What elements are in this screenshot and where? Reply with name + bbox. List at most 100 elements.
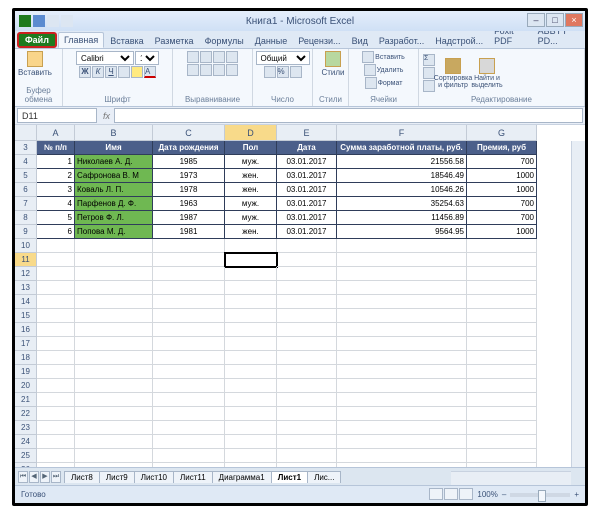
- border-button[interactable]: [118, 66, 130, 78]
- cell-D22[interactable]: [225, 407, 277, 421]
- cell-E25[interactable]: [277, 449, 337, 463]
- cell-A6[interactable]: 3: [37, 183, 75, 197]
- cell-F18[interactable]: [337, 351, 467, 365]
- horizontal-scrollbar[interactable]: [451, 471, 571, 485]
- col-header-G[interactable]: G: [467, 125, 537, 141]
- cell-C3[interactable]: Дата рождения: [153, 141, 225, 155]
- cell-B9[interactable]: Попова М. Д.: [75, 225, 153, 239]
- cell-B21[interactable]: [75, 393, 153, 407]
- italic-button[interactable]: К: [92, 66, 104, 78]
- cell-B12[interactable]: [75, 267, 153, 281]
- cell-A16[interactable]: [37, 323, 75, 337]
- cell-G19[interactable]: [467, 365, 537, 379]
- bold-button[interactable]: Ж: [79, 66, 91, 78]
- cell-F19[interactable]: [337, 365, 467, 379]
- tab-layout[interactable]: Разметка: [150, 34, 199, 48]
- sheet-nav-first[interactable]: ⏮: [18, 471, 28, 483]
- row-header-17[interactable]: 17: [15, 337, 37, 351]
- fx-icon[interactable]: fx: [99, 111, 114, 121]
- cell-G23[interactable]: [467, 421, 537, 435]
- cell-C9[interactable]: 1981: [153, 225, 225, 239]
- cell-G9[interactable]: 1000: [467, 225, 537, 239]
- align-bottom-button[interactable]: [213, 51, 225, 63]
- cell-C6[interactable]: 1978: [153, 183, 225, 197]
- tab-data[interactable]: Данные: [250, 34, 293, 48]
- tab-view[interactable]: Вид: [347, 34, 373, 48]
- cell-G21[interactable]: [467, 393, 537, 407]
- cell-G22[interactable]: [467, 407, 537, 421]
- cell-B14[interactable]: [75, 295, 153, 309]
- cell-D13[interactable]: [225, 281, 277, 295]
- row-header-4[interactable]: 4: [15, 155, 37, 169]
- cell-G6[interactable]: 1000: [467, 183, 537, 197]
- cell-G25[interactable]: [467, 449, 537, 463]
- cell-A22[interactable]: [37, 407, 75, 421]
- cell-B4[interactable]: Николаев А. Д.: [75, 155, 153, 169]
- cell-A5[interactable]: 2: [37, 169, 75, 183]
- align-right-button[interactable]: [213, 64, 225, 76]
- cell-C12[interactable]: [153, 267, 225, 281]
- cell-D20[interactable]: [225, 379, 277, 393]
- paste-button[interactable]: Вставить: [19, 51, 51, 77]
- cell-E4[interactable]: 03.01.2017: [277, 155, 337, 169]
- cell-C13[interactable]: [153, 281, 225, 295]
- cell-A13[interactable]: [37, 281, 75, 295]
- cell-G18[interactable]: [467, 351, 537, 365]
- cell-B16[interactable]: [75, 323, 153, 337]
- cell-B22[interactable]: [75, 407, 153, 421]
- cell-C20[interactable]: [153, 379, 225, 393]
- cell-B25[interactable]: [75, 449, 153, 463]
- cell-F25[interactable]: [337, 449, 467, 463]
- cell-D25[interactable]: [225, 449, 277, 463]
- cell-B5[interactable]: Сафронова В. М: [75, 169, 153, 183]
- cell-A23[interactable]: [37, 421, 75, 435]
- cell-B18[interactable]: [75, 351, 153, 365]
- cell-A18[interactable]: [37, 351, 75, 365]
- cell-A20[interactable]: [37, 379, 75, 393]
- cell-F12[interactable]: [337, 267, 467, 281]
- row-header-14[interactable]: 14: [15, 295, 37, 309]
- sheet-nav-last[interactable]: ⏭: [51, 471, 61, 483]
- row-header-3[interactable]: 3: [15, 141, 37, 155]
- cell-G12[interactable]: [467, 267, 537, 281]
- cell-G10[interactable]: [467, 239, 537, 253]
- row-header-8[interactable]: 8: [15, 211, 37, 225]
- cell-F13[interactable]: [337, 281, 467, 295]
- cell-E14[interactable]: [277, 295, 337, 309]
- cell-D9[interactable]: жен.: [225, 225, 277, 239]
- name-box[interactable]: [17, 108, 97, 123]
- cell-B24[interactable]: [75, 435, 153, 449]
- cell-B20[interactable]: [75, 379, 153, 393]
- cell-E20[interactable]: [277, 379, 337, 393]
- select-all-corner[interactable]: [15, 125, 37, 141]
- cell-D21[interactable]: [225, 393, 277, 407]
- cell-F3[interactable]: Сумма заработной платы, руб.: [337, 141, 467, 155]
- fill-color-button[interactable]: [131, 66, 143, 78]
- cell-E7[interactable]: 03.01.2017: [277, 197, 337, 211]
- cells-insert-button[interactable]: Вставить: [362, 51, 405, 63]
- cell-G15[interactable]: [467, 309, 537, 323]
- cell-G14[interactable]: [467, 295, 537, 309]
- align-middle-button[interactable]: [200, 51, 212, 63]
- cell-G20[interactable]: [467, 379, 537, 393]
- cell-E10[interactable]: [277, 239, 337, 253]
- cell-F4[interactable]: 21556.58: [337, 155, 467, 169]
- cell-D11[interactable]: [225, 253, 277, 267]
- cell-C16[interactable]: [153, 323, 225, 337]
- cell-A4[interactable]: 1: [37, 155, 75, 169]
- find-select-button[interactable]: Найти и выделить: [471, 58, 503, 89]
- align-top-button[interactable]: [187, 51, 199, 63]
- cell-A10[interactable]: [37, 239, 75, 253]
- cell-D15[interactable]: [225, 309, 277, 323]
- cell-A12[interactable]: [37, 267, 75, 281]
- percent-button[interactable]: %: [277, 66, 289, 78]
- cell-D12[interactable]: [225, 267, 277, 281]
- col-header-F[interactable]: F: [337, 125, 467, 141]
- cell-D8[interactable]: муж.: [225, 211, 277, 225]
- zoom-level[interactable]: 100%: [477, 490, 497, 499]
- sheet-tab-list9[interactable]: Лист9: [99, 471, 135, 483]
- cell-G17[interactable]: [467, 337, 537, 351]
- cell-A8[interactable]: 5: [37, 211, 75, 225]
- cell-C11[interactable]: [153, 253, 225, 267]
- font-size-select[interactable]: 11: [135, 51, 159, 65]
